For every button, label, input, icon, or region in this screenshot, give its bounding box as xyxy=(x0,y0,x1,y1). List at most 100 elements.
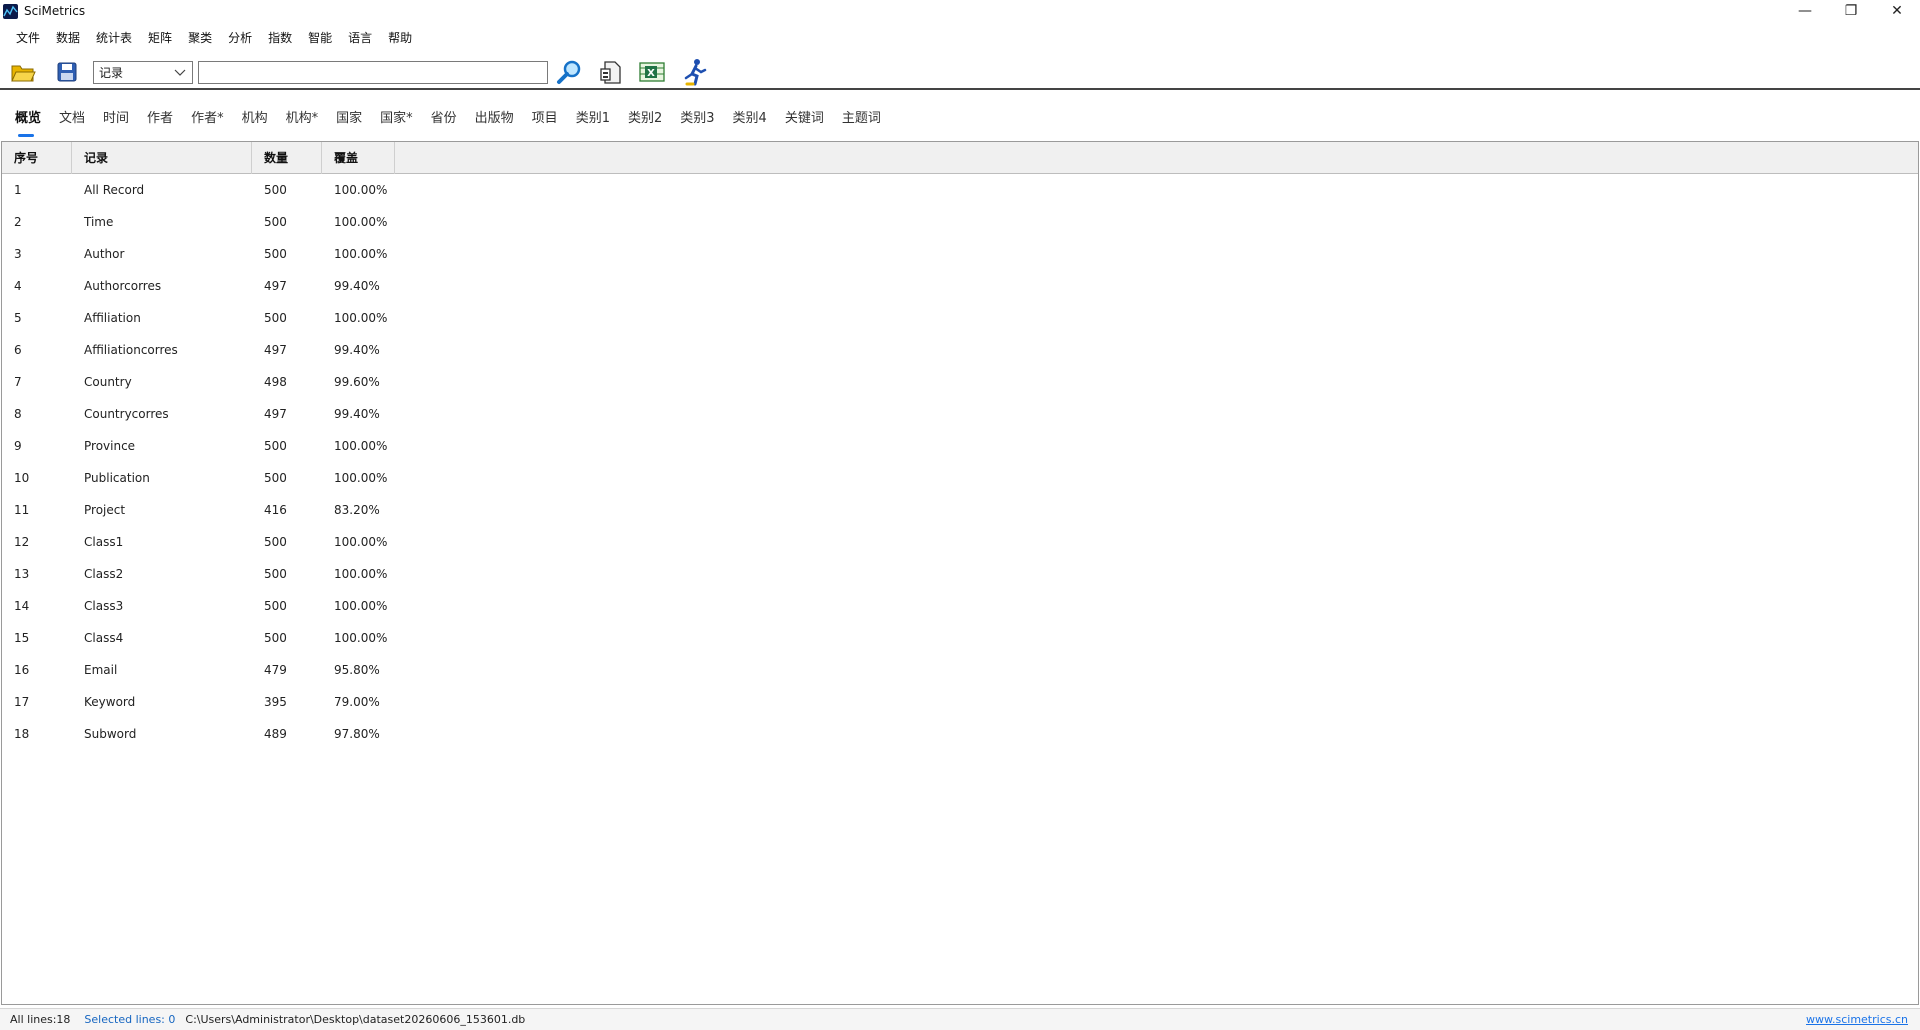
table-row[interactable]: 11 Project 416 83.20% xyxy=(2,494,1918,526)
menu-file[interactable]: 文件 xyxy=(8,27,48,49)
window-title: SciMetrics xyxy=(24,4,86,18)
cell-record: Class1 xyxy=(84,535,124,549)
tab-country[interactable]: 国家 xyxy=(327,100,371,138)
tab-overview[interactable]: 概览 xyxy=(6,100,50,138)
cell-index: 4 xyxy=(14,279,22,293)
cell-record: Publication xyxy=(84,471,150,485)
menu-language[interactable]: 语言 xyxy=(340,27,380,49)
column-header-record[interactable]: 记录 xyxy=(72,142,252,174)
minimize-button[interactable]: — xyxy=(1782,0,1828,22)
excel-icon[interactable]: X xyxy=(637,57,667,87)
tab-author[interactable]: 作者 xyxy=(138,100,182,138)
tab-time[interactable]: 时间 xyxy=(94,100,138,138)
tab-project[interactable]: 项目 xyxy=(523,100,567,138)
cell-record: All Record xyxy=(84,183,145,197)
tab-class2[interactable]: 类别2 xyxy=(619,100,671,138)
cell-coverage: 100.00% xyxy=(334,599,388,613)
table-row[interactable]: 3 Author 500 100.00% xyxy=(2,238,1918,270)
cell-record: Countrycorres xyxy=(84,407,169,421)
cell-record: Class2 xyxy=(84,567,124,581)
document-export-icon[interactable] xyxy=(596,57,626,87)
cell-index: 5 xyxy=(14,311,22,325)
cell-count: 395 xyxy=(264,695,287,709)
website-link[interactable]: www.scimetrics.cn xyxy=(1806,1013,1908,1026)
cell-count: 500 xyxy=(264,535,287,549)
menu-statistics[interactable]: 统计表 xyxy=(88,27,140,49)
cell-count: 500 xyxy=(264,599,287,613)
tab-publication[interactable]: 出版物 xyxy=(466,100,523,138)
cell-coverage: 79.00% xyxy=(334,695,380,709)
cell-record: Affiliationcorres xyxy=(84,343,178,357)
tab-keyword[interactable]: 关键词 xyxy=(776,100,833,138)
column-header-coverage[interactable]: 覆盖 xyxy=(322,142,395,174)
cell-index: 14 xyxy=(14,599,30,613)
running-person-icon[interactable] xyxy=(680,57,710,87)
cell-index: 6 xyxy=(14,343,22,357)
table-row[interactable]: 8 Countrycorres 497 99.40% xyxy=(2,398,1918,430)
menu-help[interactable]: 帮助 xyxy=(380,27,420,49)
table-row[interactable]: 17 Keyword 395 79.00% xyxy=(2,686,1918,718)
cell-index: 15 xyxy=(14,631,30,645)
tab-institution[interactable]: 机构 xyxy=(233,100,277,138)
search-input[interactable] xyxy=(198,61,548,84)
table-row[interactable]: 10 Publication 500 100.00% xyxy=(2,462,1918,494)
magnifier-icon[interactable] xyxy=(554,57,584,87)
table-row[interactable]: 7 Country 498 99.60% xyxy=(2,366,1918,398)
cell-count: 497 xyxy=(264,407,287,421)
menu-index[interactable]: 指数 xyxy=(260,27,300,49)
cell-coverage: 97.80% xyxy=(334,727,380,741)
maximize-button[interactable]: ❐ xyxy=(1828,0,1874,22)
cell-index: 2 xyxy=(14,215,22,229)
cell-record: Class4 xyxy=(84,631,124,645)
window-controls: — ❐ ✕ xyxy=(1782,0,1920,22)
field-select[interactable]: 记录 xyxy=(93,61,193,84)
cell-index: 3 xyxy=(14,247,22,261)
cell-record: Project xyxy=(84,503,126,517)
cell-coverage: 95.80% xyxy=(334,663,380,677)
tab-class4[interactable]: 类别4 xyxy=(724,100,776,138)
tab-documents[interactable]: 文档 xyxy=(50,100,94,138)
cell-record: Author xyxy=(84,247,125,261)
cell-record: Affiliation xyxy=(84,311,141,325)
status-file-path: C:\Users\Administrator\Desktop\dataset20… xyxy=(185,1013,526,1026)
floppy-save-icon[interactable] xyxy=(52,57,82,87)
table-row[interactable]: 14 Class3 500 100.00% xyxy=(2,590,1918,622)
cell-record: Authorcorres xyxy=(84,279,162,293)
menu-intelligence[interactable]: 智能 xyxy=(300,27,340,49)
tab-province[interactable]: 省份 xyxy=(422,100,466,138)
menu-analysis[interactable]: 分析 xyxy=(220,27,260,49)
cell-index: 11 xyxy=(14,503,30,517)
folder-open-icon[interactable] xyxy=(8,57,38,87)
tab-author-corres[interactable]: 作者* xyxy=(182,100,233,138)
table-row[interactable]: 5 Affiliation 500 100.00% xyxy=(2,302,1918,334)
cell-coverage: 83.20% xyxy=(334,503,380,517)
menu-data[interactable]: 数据 xyxy=(48,27,88,49)
tab-institution-corres[interactable]: 机构* xyxy=(277,100,328,138)
menu-matrix[interactable]: 矩阵 xyxy=(140,27,180,49)
table-row[interactable]: 9 Province 500 100.00% xyxy=(2,430,1918,462)
column-header-index[interactable]: 序号 xyxy=(2,142,72,174)
tab-class1[interactable]: 类别1 xyxy=(567,100,619,138)
tab-country-corres[interactable]: 国家* xyxy=(371,100,422,138)
table-row[interactable]: 15 Class4 500 100.00% xyxy=(2,622,1918,654)
table-row[interactable]: 1 All Record 500 100.00% xyxy=(2,174,1918,206)
cell-index: 9 xyxy=(14,439,22,453)
table-row[interactable]: 2 Time 500 100.00% xyxy=(2,206,1918,238)
table-row[interactable]: 4 Authorcorres 497 99.40% xyxy=(2,270,1918,302)
tab-class3[interactable]: 类别3 xyxy=(671,100,723,138)
cell-count: 489 xyxy=(264,727,287,741)
table-row[interactable]: 6 Affiliationcorres 497 99.40% xyxy=(2,334,1918,366)
svg-text:X: X xyxy=(647,68,655,79)
column-header-count[interactable]: 数量 xyxy=(252,142,322,174)
cell-coverage: 99.60% xyxy=(334,375,380,389)
tab-subject-term[interactable]: 主题词 xyxy=(833,100,890,138)
table-row[interactable]: 18 Subword 489 97.80% xyxy=(2,718,1918,750)
table-row[interactable]: 16 Email 479 95.80% xyxy=(2,654,1918,686)
cell-coverage: 100.00% xyxy=(334,567,388,581)
title-bar: SciMetrics — ❐ ✕ xyxy=(0,0,1920,22)
close-button[interactable]: ✕ xyxy=(1874,0,1920,22)
table-row[interactable]: 13 Class2 500 100.00% xyxy=(2,558,1918,590)
menu-cluster[interactable]: 聚类 xyxy=(180,27,220,49)
app-logo-icon xyxy=(3,3,18,19)
table-row[interactable]: 12 Class1 500 100.00% xyxy=(2,526,1918,558)
